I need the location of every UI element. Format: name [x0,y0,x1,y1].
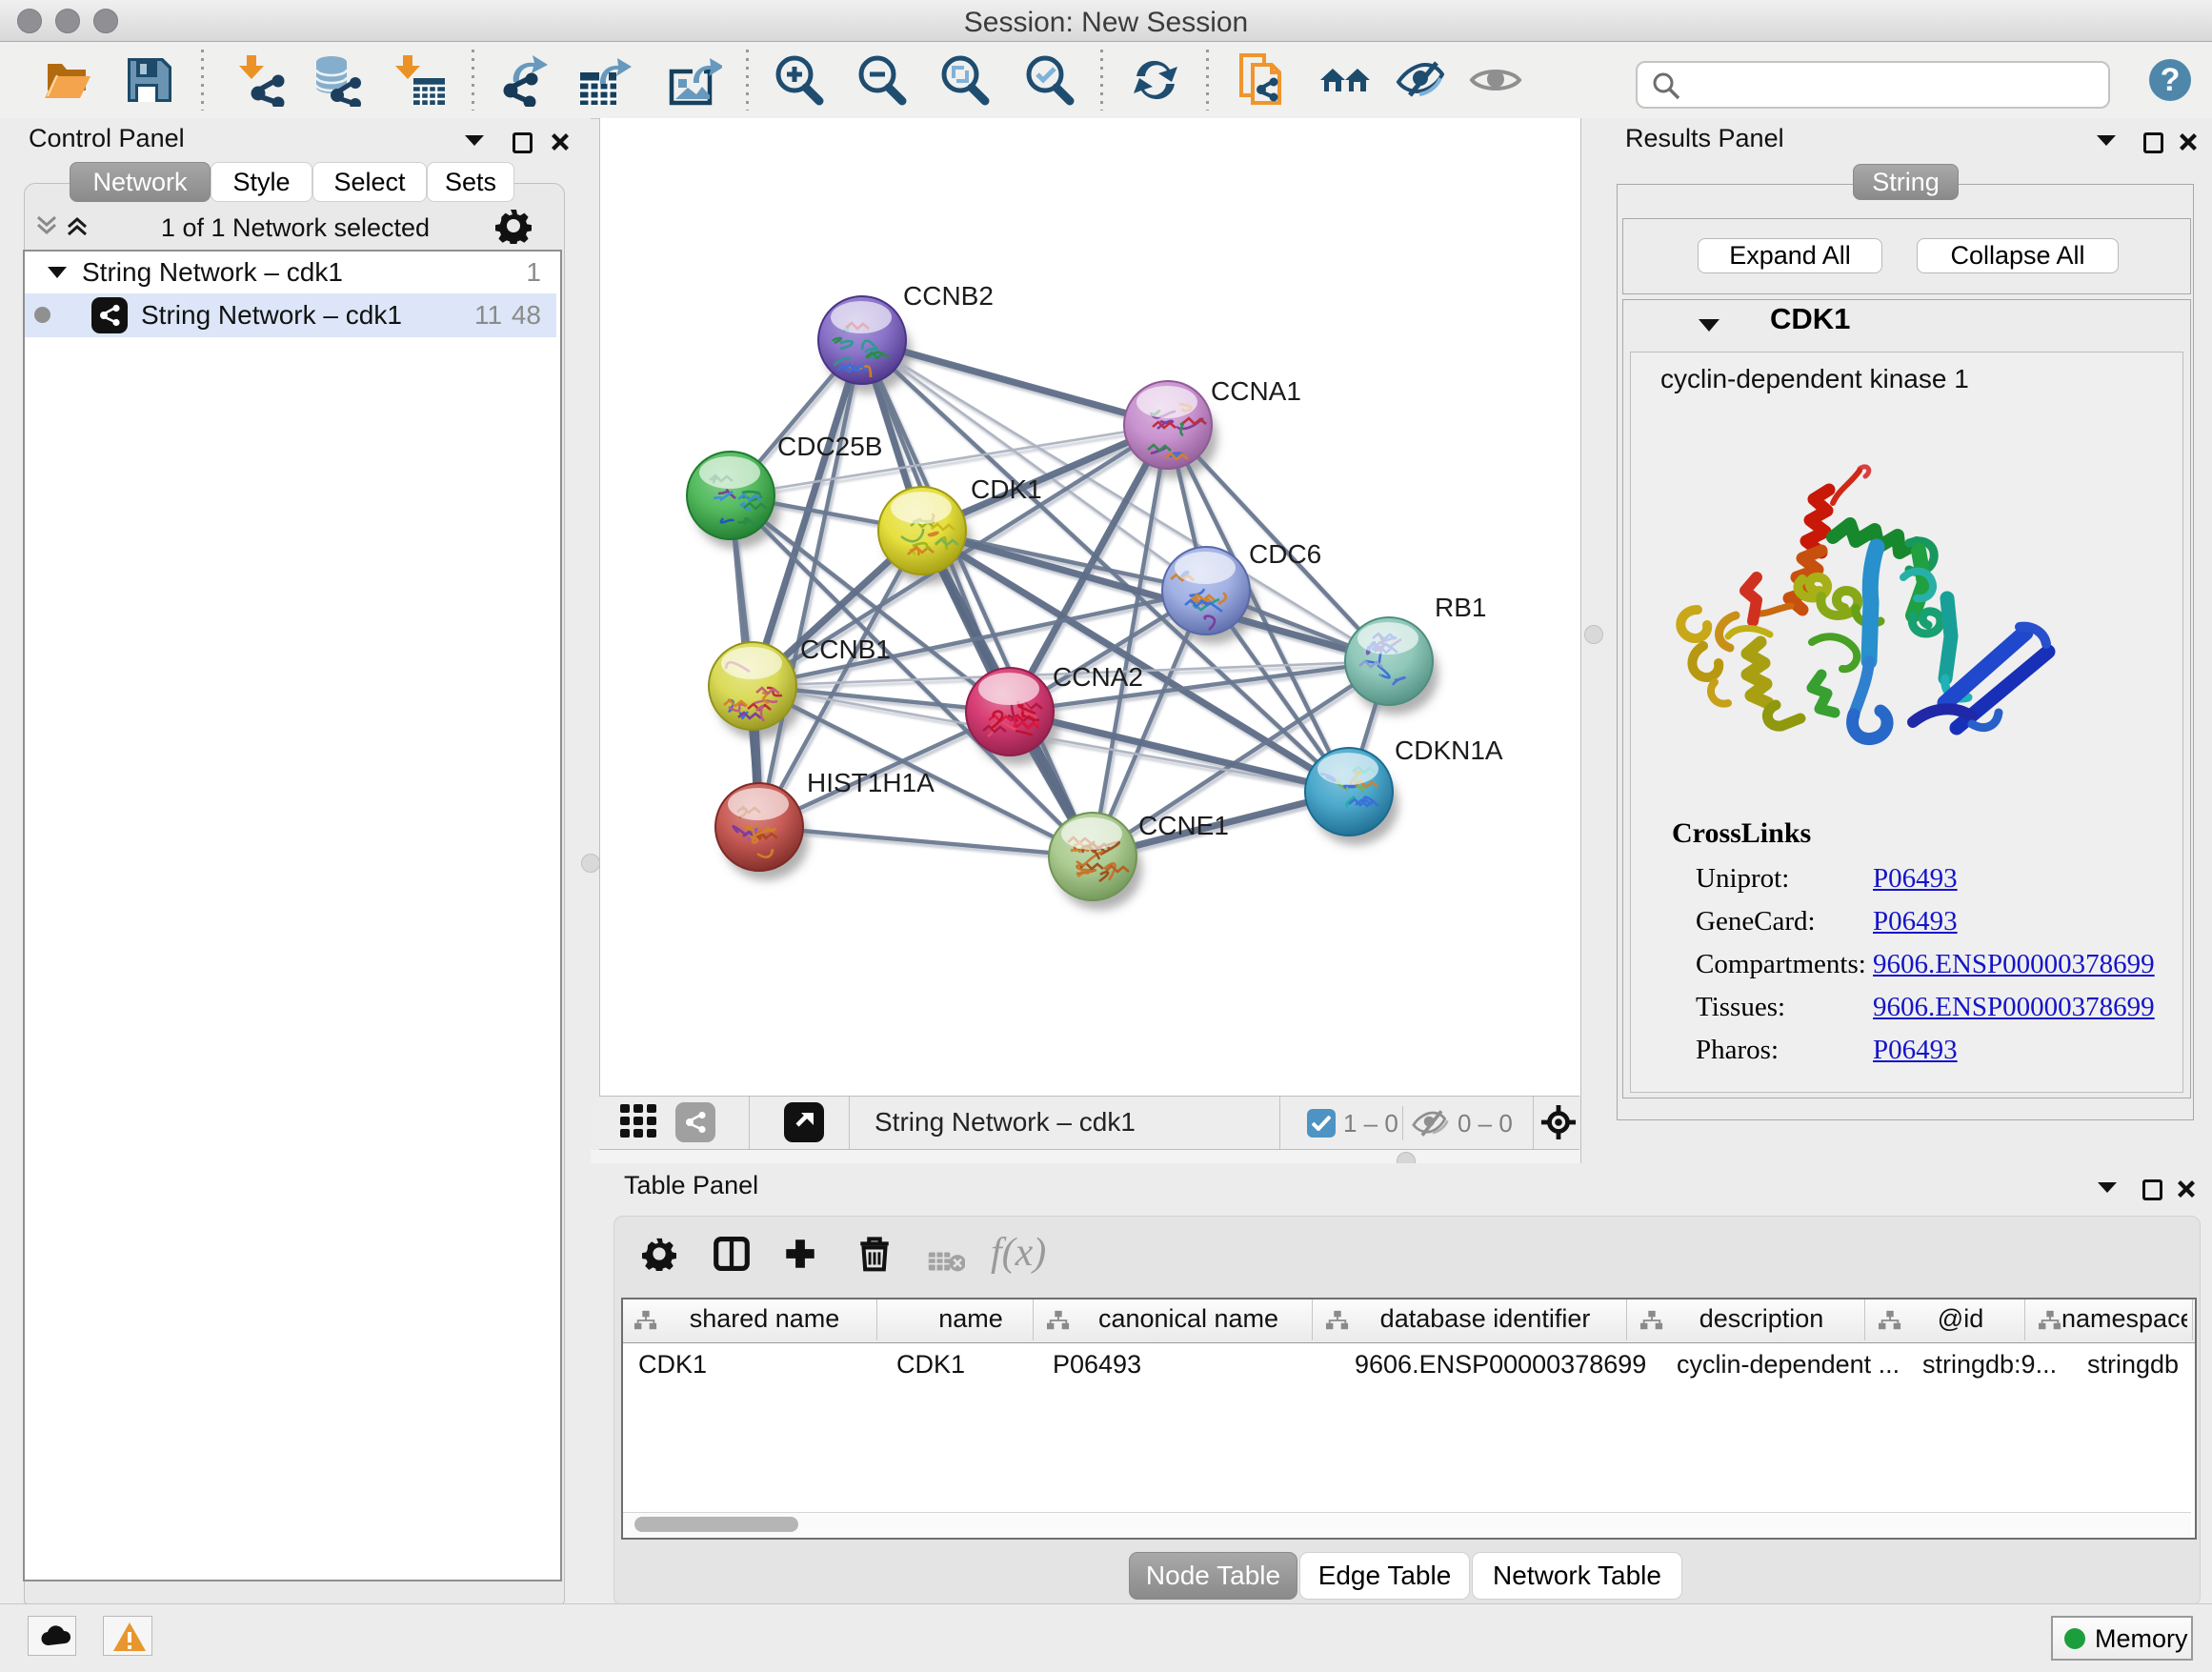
svg-text:CDC25B: CDC25B [777,432,882,461]
svg-text:CCNE1: CCNE1 [1138,811,1229,840]
svg-text:HIST1H1A: HIST1H1A [807,768,935,797]
svg-text:CCNA2: CCNA2 [1053,662,1143,692]
svg-text:CDK1: CDK1 [971,474,1042,504]
svg-text:CCNB1: CCNB1 [800,635,891,664]
svg-text:CCNB2: CCNB2 [903,281,994,311]
svg-text:CDKN1A: CDKN1A [1395,735,1503,765]
svg-text:CCNA1: CCNA1 [1211,376,1301,406]
svg-text:RB1: RB1 [1435,593,1486,622]
svg-text:CDC6: CDC6 [1249,539,1321,569]
